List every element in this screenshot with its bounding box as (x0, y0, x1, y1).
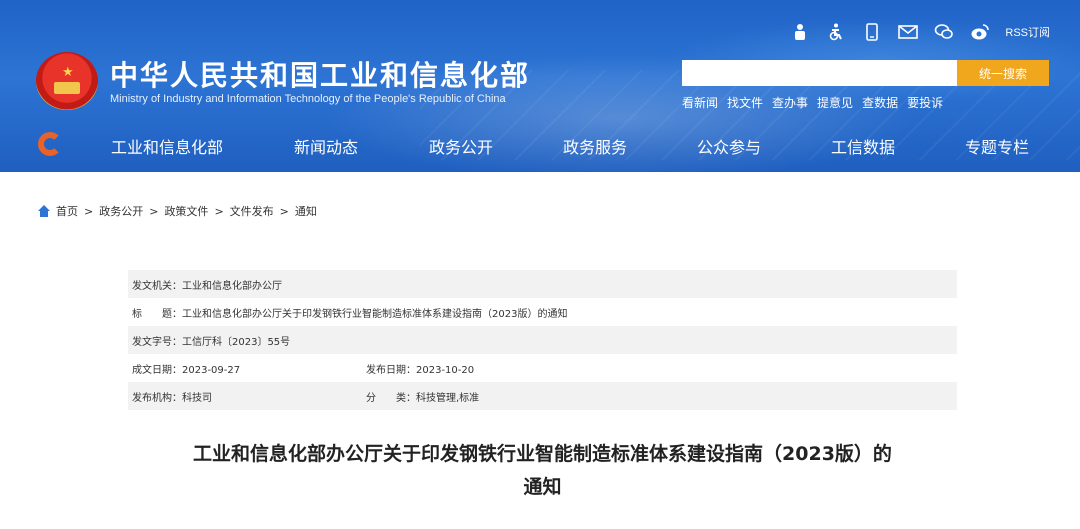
meta-category: 分 类：科技管理,标准 (366, 392, 480, 404)
breadcrumb-policy-documents[interactable]: 政策文件 (164, 203, 208, 219)
breadcrumb: 首页 > 政务公开 > 政策文件 > 文件发布 > 通知 (38, 203, 317, 219)
breadcrumb-file-release[interactable]: 文件发布 (230, 203, 274, 219)
meta-row: 发文字号：工信厅科〔2023〕55号 (128, 326, 957, 354)
document-title-line1: 工业和信息化部办公厅关于印发钢铁行业智能制造标准体系建设指南（2023版）的 (193, 443, 892, 465)
quick-link-feedback[interactable]: 提意见 (817, 94, 853, 111)
meta-subject: 标 题：工业和信息化部办公厅关于印发钢铁行业智能制造标准体系建设指南（2023版… (132, 308, 568, 320)
national-emblem-logo[interactable]: ★ (36, 52, 98, 110)
nav-item-data[interactable]: 工信数据 (831, 134, 895, 158)
meta-created-date: 成文日期：2023-09-27 (132, 364, 241, 376)
nav-item-news[interactable]: 新闻动态 (294, 134, 358, 158)
meta-issuer: 发文机关：工业和信息化部办公厅 (132, 280, 282, 292)
meta-row: 发布机构：科技司 分 类：科技管理,标准 (128, 382, 957, 410)
mobile-icon[interactable] (861, 22, 883, 42)
nav-item-ministry[interactable]: 工业和信息化部 (111, 134, 223, 158)
document-metadata: 发文机关：工业和信息化部办公厅 标 题：工业和信息化部办公厅关于印发钢铁行业智能… (128, 270, 957, 410)
nav-item-participation[interactable]: 公众参与 (697, 134, 761, 158)
weibo-icon[interactable] (969, 22, 991, 42)
nav-item-topics[interactable]: 专题专栏 (965, 134, 1029, 158)
site-header: ★ 中华人民共和国工业和信息化部 Ministry of Industry an… (0, 0, 1080, 172)
site-subtitle: Ministry of Industry and Information Tec… (110, 93, 506, 105)
breadcrumb-home[interactable]: 首页 (56, 203, 78, 219)
utility-bar: RSS订阅 (789, 22, 1050, 42)
quick-links: 看新闻 找文件 查办事 提意见 查数据 要投诉 (682, 94, 943, 111)
meta-doc-number: 发文字号：工信厅科〔2023〕55号 (132, 336, 291, 348)
search-input[interactable] (682, 60, 957, 86)
site-title[interactable]: 中华人民共和国工业和信息化部 (110, 54, 530, 94)
breadcrumb-separator: > (149, 204, 159, 218)
document-title: 工业和信息化部办公厅关于印发钢铁行业智能制造标准体系建设指南（2023版）的 通… (128, 438, 957, 504)
emblem-gate-icon (54, 82, 80, 94)
quick-link-news[interactable]: 看新闻 (682, 94, 718, 111)
wechat-icon[interactable] (933, 22, 955, 42)
breadcrumb-notice[interactable]: 通知 (295, 203, 317, 219)
meta-publish-date: 发布日期：2023-10-20 (366, 364, 475, 376)
nav-logo-icon[interactable] (38, 132, 64, 158)
meta-row: 成文日期：2023-09-27 发布日期：2023-10-20 (128, 354, 957, 382)
accessibility-icon[interactable] (825, 22, 847, 42)
breadcrumb-government-affairs[interactable]: 政务公开 (99, 203, 143, 219)
meta-row: 标 题：工业和信息化部办公厅关于印发钢铁行业智能制造标准体系建设指南（2023版… (128, 298, 957, 326)
breadcrumb-separator: > (279, 204, 289, 218)
emblem-star-icon: ★ (62, 65, 74, 80)
search-bar: 统一搜索 (682, 60, 1049, 86)
meta-row: 发文机关：工业和信息化部办公厅 (128, 270, 957, 298)
nav-item-services[interactable]: 政务服务 (563, 134, 627, 158)
document-title-line2: 通知 (523, 476, 562, 498)
main-nav: 工业和信息化部 新闻动态 政务公开 政务服务 公众参与 工信数据 专题专栏 (0, 124, 1080, 166)
rss-link[interactable]: RSS订阅 (1005, 24, 1050, 40)
breadcrumb-separator: > (214, 204, 224, 218)
quick-link-files[interactable]: 找文件 (727, 94, 763, 111)
search-button[interactable]: 统一搜索 (957, 60, 1049, 86)
quick-link-data[interactable]: 查数据 (862, 94, 898, 111)
mail-icon[interactable] (897, 22, 919, 42)
quick-link-complaint[interactable]: 要投诉 (907, 94, 943, 111)
home-icon[interactable] (38, 205, 50, 217)
quick-link-services[interactable]: 查办事 (772, 94, 808, 111)
robot-icon[interactable] (789, 22, 811, 42)
meta-publisher: 发布机构：科技司 (132, 392, 212, 404)
breadcrumb-separator: > (84, 204, 94, 218)
nav-item-government-affairs[interactable]: 政务公开 (429, 134, 493, 158)
